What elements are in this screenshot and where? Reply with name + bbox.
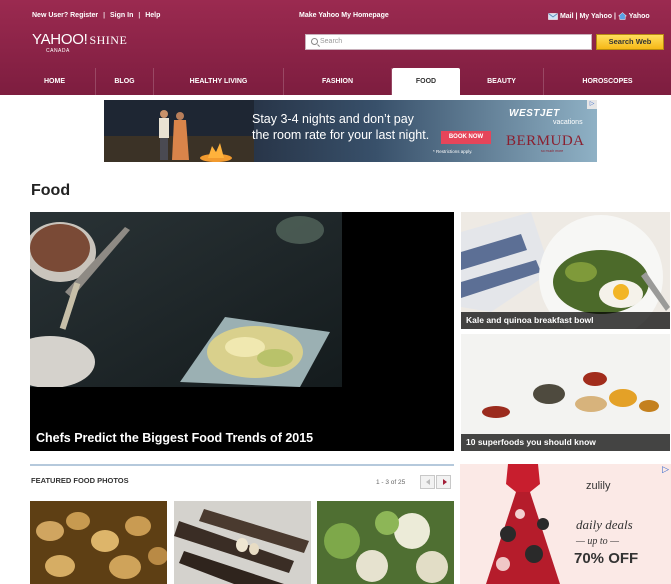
page-title: Food: [31, 182, 71, 199]
hero-story[interactable]: Chefs Predict the Biggest Food Trends of…: [30, 212, 454, 451]
ad-upto-text: — up to —: [576, 536, 620, 547]
westjet-logo: WESTJET: [509, 108, 560, 119]
featured-title: FEATURED FOOD PHOTOS: [31, 476, 129, 485]
chevron-right-icon: [443, 479, 447, 485]
make-homepage-link[interactable]: Make Yahoo My Homepage: [299, 12, 389, 19]
ad-couple-image: [104, 100, 254, 162]
utility-links-right: Mail | My Yahoo | Yahoo: [548, 12, 650, 20]
ad-restrictions: * Restrictions apply.: [433, 149, 473, 154]
separator: |: [613, 12, 616, 20]
featured-divider: [30, 464, 454, 466]
ad-headline-line1: Stay 3-4 nights and don’t pay: [252, 112, 414, 126]
nav-tab-food[interactable]: FOOD: [392, 68, 460, 95]
next-button[interactable]: [436, 475, 451, 489]
search-input[interactable]: Search: [305, 34, 592, 50]
separator: |: [138, 12, 141, 19]
side-caption-bar: Kale and quinoa breakfast bowl: [461, 312, 670, 329]
logo-shine: SHINE: [89, 33, 128, 47]
hero-food-image: [30, 212, 342, 387]
featured-photo[interactable]: [30, 501, 167, 584]
side-story-caption[interactable]: Kale and quinoa breakfast bowl: [466, 315, 594, 325]
nav-tab-beauty[interactable]: BEAUTY: [460, 68, 544, 95]
bermuda-tagline: so much more: [541, 149, 564, 153]
logo-region: CANADA: [46, 48, 70, 54]
featured-photo[interactable]: [317, 501, 454, 584]
nav-tab-home[interactable]: HOME: [14, 68, 96, 95]
mail-icon[interactable]: [548, 12, 558, 20]
yahoo-shine-logo[interactable]: YAHOO! SHINE CANADA: [32, 31, 128, 54]
nav-tab-horoscopes[interactable]: HOROSCOPES: [544, 68, 671, 95]
chevron-left-icon: [426, 479, 430, 485]
home-icon[interactable]: [617, 12, 627, 20]
nav-tab-healthy-living[interactable]: HEALTHY LIVING: [154, 68, 284, 95]
mail-link[interactable]: Mail: [560, 13, 574, 20]
separator: |: [575, 12, 578, 20]
main-nav: HOME BLOG HEALTHY LIVING FASHION FOOD BE…: [14, 68, 671, 95]
hero-caption[interactable]: Chefs Predict the Biggest Food Trends of…: [36, 431, 313, 445]
ad-headline-line2: the room rate for your last night.: [252, 128, 430, 142]
featured-photo[interactable]: [174, 501, 311, 584]
prev-button[interactable]: [420, 475, 435, 489]
bermuda-logo: BERMUDA: [506, 133, 585, 149]
my-yahoo-link[interactable]: My Yahoo: [579, 13, 612, 20]
side-ad[interactable]: zulily daily deals — up to — 70% OFF ▷: [460, 464, 671, 584]
adchoices-icon[interactable]: ▷: [587, 100, 597, 109]
photo-image: [317, 501, 454, 584]
side-caption-bar: 10 superfoods you should know: [461, 434, 670, 451]
photo-image: [174, 501, 311, 584]
page: New User? Register | Sign In | Help Make…: [0, 0, 671, 584]
help-link[interactable]: Help: [145, 12, 160, 19]
dress-image: [486, 464, 560, 584]
zulily-logo: zulily: [586, 480, 611, 492]
ad-discount-text: 70% OFF: [574, 550, 639, 567]
side-story[interactable]: Kale and quinoa breakfast bowl: [461, 212, 670, 329]
adchoices-icon[interactable]: ▷: [662, 464, 669, 475]
ad-deals-text: daily deals: [576, 517, 633, 532]
logo-yahoo: YAHOO!: [32, 31, 88, 48]
book-now-button[interactable]: BOOK NOW: [441, 131, 491, 144]
nav-tab-fashion[interactable]: FASHION: [284, 68, 392, 95]
search-web-button[interactable]: Search Web: [596, 34, 664, 50]
search-placeholder: Search: [320, 38, 343, 45]
nav-tab-blog[interactable]: BLOG: [96, 68, 154, 95]
westjet-vacations: vacations: [553, 119, 583, 126]
photo-image: [30, 501, 167, 584]
sign-in-link[interactable]: Sign In: [110, 12, 133, 19]
utility-links-left: New User? Register | Sign In | Help: [32, 12, 163, 19]
header: New User? Register | Sign In | Help Make…: [0, 0, 671, 95]
side-story-caption[interactable]: 10 superfoods you should know: [466, 437, 596, 447]
side-story[interactable]: 10 superfoods you should know: [461, 334, 670, 451]
search-icon: [311, 38, 318, 45]
register-link[interactable]: New User? Register: [32, 12, 98, 19]
banner-ad[interactable]: Stay 3-4 nights and don’t pay the room r…: [104, 100, 597, 162]
separator: |: [103, 12, 106, 19]
yahoo-home-link[interactable]: Yahoo: [629, 13, 650, 20]
pager-count: 1 - 3 of 25: [376, 479, 406, 486]
